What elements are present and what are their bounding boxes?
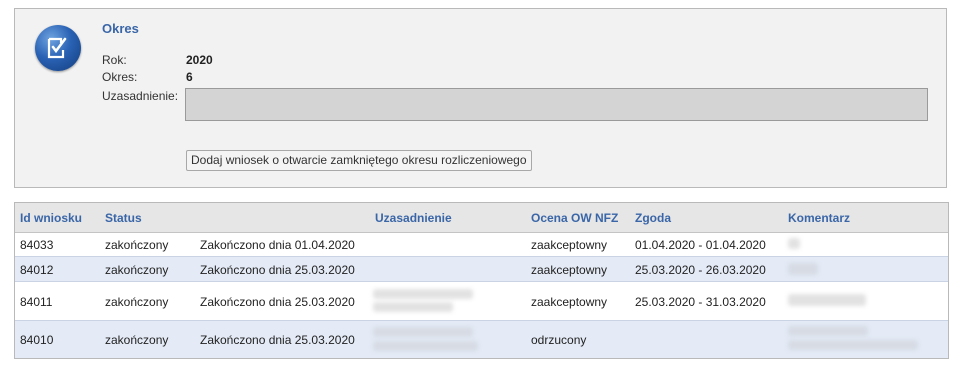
rok-label: Rok:: [102, 53, 127, 67]
cell-status: zakończony: [105, 295, 169, 309]
table-row[interactable]: 84012 zakończony Zakończono dnia 25.03.2…: [15, 257, 948, 282]
uzasadnienie-textarea[interactable]: [185, 88, 928, 121]
cell-id: 84011: [20, 295, 53, 309]
redacted-uzasadnienie: [373, 289, 473, 299]
cell-status-detail: Zakończono dnia 01.04.2020: [200, 238, 355, 252]
redacted-komentarz: [788, 263, 818, 275]
cell-status-detail: Zakończono dnia 25.03.2020: [200, 295, 355, 309]
redacted-komentarz: [788, 340, 918, 350]
cell-ocena: odrzucony: [531, 333, 587, 347]
panel-title: Okres: [102, 21, 139, 36]
col-header-zgoda[interactable]: Zgoda: [635, 211, 671, 225]
cell-status: zakończony: [105, 238, 169, 252]
cell-zgoda: 25.03.2020 - 31.03.2020: [635, 295, 766, 309]
requests-table: Id wniosku Status Uzasadnienie Ocena OW …: [14, 202, 949, 359]
cell-status-detail: Zakończono dnia 25.03.2020: [200, 333, 355, 347]
redacted-uzasadnienie: [373, 327, 473, 337]
redacted-uzasadnienie: [373, 302, 453, 312]
cell-ocena: zaakceptowny: [531, 263, 608, 277]
cell-status-detail: Zakończono dnia 25.03.2020: [200, 263, 355, 277]
col-header-status[interactable]: Status: [105, 211, 142, 225]
redacted-komentarz: [788, 238, 800, 249]
table-row[interactable]: 84033 zakończony Zakończono dnia 01.04.2…: [15, 233, 948, 257]
redacted-komentarz: [788, 326, 868, 336]
period-panel: Okres Rok: 2020 Okres: 6 Uzasadnienie: D…: [14, 8, 947, 188]
uzasadnienie-label: Uzasadnienie:: [102, 89, 179, 103]
table-row[interactable]: 84010 zakończony Zakończono dnia 25.03.2…: [15, 321, 948, 358]
checklist-icon: [35, 25, 81, 71]
redacted-uzasadnienie: [373, 341, 478, 351]
col-header-id[interactable]: Id wniosku: [20, 211, 82, 225]
rok-value: 2020: [186, 53, 213, 67]
cell-status: zakończony: [105, 263, 169, 277]
cell-id: 84010: [20, 333, 54, 347]
redacted-komentarz: [788, 294, 866, 306]
okres-value: 6: [186, 70, 193, 84]
col-header-uzasadnienie[interactable]: Uzasadnienie: [375, 211, 452, 225]
cell-zgoda: 25.03.2020 - 26.03.2020: [635, 263, 766, 277]
cell-status: zakończony: [105, 333, 169, 347]
okres-label: Okres:: [102, 70, 138, 84]
cell-ocena: zaakceptowny: [531, 238, 608, 252]
add-request-button[interactable]: Dodaj wniosek o otwarcie zamkniętego okr…: [186, 150, 532, 171]
cell-zgoda: 01.04.2020 - 01.04.2020: [635, 238, 766, 252]
cell-ocena: zaakceptowny: [531, 295, 608, 309]
col-header-ocena[interactable]: Ocena OW NFZ: [531, 211, 618, 225]
col-header-komentarz[interactable]: Komentarz: [788, 211, 850, 225]
cell-id: 84012: [20, 263, 54, 277]
cell-id: 84033: [20, 238, 54, 252]
table-header: Id wniosku Status Uzasadnienie Ocena OW …: [15, 203, 948, 233]
table-row[interactable]: 84011 zakończony Zakończono dnia 25.03.2…: [15, 282, 948, 321]
